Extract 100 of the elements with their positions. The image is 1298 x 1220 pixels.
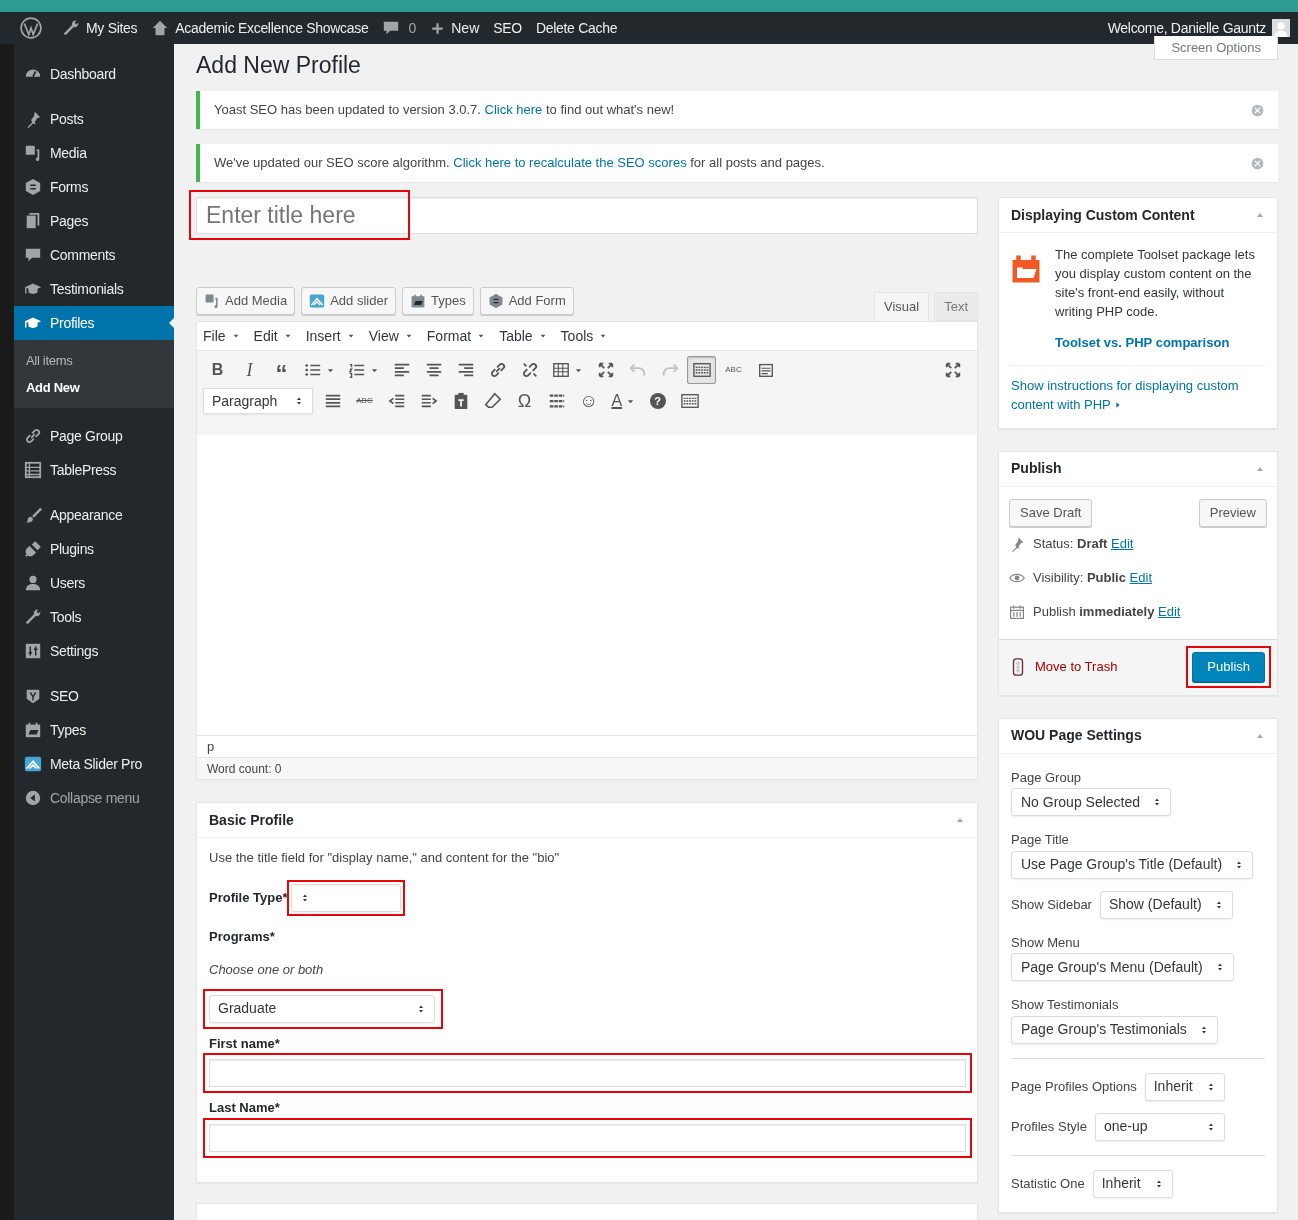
media-button[interactable]: Add Form [479,287,574,315]
calendar-icon [1009,603,1025,620]
wrench-icon [62,19,80,37]
sliders-icon [24,642,42,660]
publish-status-text: Status: Draft Edit [1033,534,1134,553]
menu-item[interactable]: Format [426,325,486,347]
quote-tool-button[interactable]: “ [267,356,296,384]
justify-icon [323,392,342,410]
select-field[interactable]: Inherit [1144,1072,1225,1101]
sidebar-item[interactable]: SEO [14,679,174,713]
smile-tool-button[interactable]: ☺ [574,387,604,415]
save-draft-button[interactable]: Save Draft [1009,498,1093,527]
sidebar-item[interactable]: Posts [14,102,174,136]
element-path-label: p [207,737,215,756]
sidebar-item[interactable]: Plugins [14,532,174,566]
sidebar-item[interactable]: Page Group [14,419,174,453]
title-field[interactable]: Enter title here [196,197,978,234]
sidebar-item[interactable]: Appearance [14,498,174,532]
menu-item[interactable]: View [368,325,413,347]
align-left-icon [392,361,411,379]
omega-tool-button[interactable]: Ω [510,387,539,415]
caret-icon [283,332,292,340]
sidebar-item[interactable]: Comments [14,238,174,272]
move-to-trash-link[interactable]: Move to Trash [1009,652,1118,682]
my-sites-link[interactable]: My Sites [62,17,138,39]
sidebar-item[interactable]: Testimonials [14,272,174,306]
media-button[interactable]: Add Media [196,287,296,315]
instructions-link[interactable]: Show instructions for displaying custom content with PHP [1011,375,1265,414]
admin-bar-link[interactable]: SEO [493,17,522,39]
link-icon [488,361,507,379]
indent-icon [419,392,438,410]
edit-link[interactable]: Edit [1111,535,1134,551]
caret-icon [599,332,608,340]
account-menu[interactable]: Welcome, Danielle Gauntz [1107,17,1290,39]
select-field[interactable]: Inherit [1092,1169,1173,1198]
editor-tab[interactable]: Visual [873,292,930,321]
comments-link[interactable]: 0 [382,17,417,39]
mountain-icon [309,293,326,309]
sidebar-item[interactable]: Profiles [14,306,174,340]
field-label: Statistic One [1011,1174,1085,1193]
menu-item[interactable]: Insert [305,325,355,347]
notice-link[interactable]: Click here to recalculate the SEO scores [453,155,687,171]
chain-link-icon [24,427,42,445]
sidebar-item[interactable]: Tools [14,600,174,634]
comparison-link[interactable]: Toolset vs. PHP comparison [1055,333,1265,353]
field-label: Profiles Style [1011,1117,1087,1136]
select-field[interactable]: No Group Selected [1011,788,1172,816]
table-icon [552,361,570,379]
menu-item[interactable]: Edit [253,325,292,347]
strike-tool-button[interactable]: ABC [350,387,379,415]
edit-link[interactable]: Edit [1158,603,1181,619]
color-tool-button[interactable]: A [606,387,641,415]
new-link[interactable]: New [430,17,480,39]
panel-title: WOU Page Settings [1011,726,1142,745]
publish-button[interactable]: Publish [1192,652,1265,682]
select-field[interactable]: Paragraph [203,388,313,414]
media-button[interactable]: Types [401,287,474,315]
spellcheck-tool-button[interactable]: ABC [719,356,748,384]
align-right-icon [456,361,475,379]
sidebar-item[interactable]: TablePress [14,453,174,487]
select-field[interactable]: Page Group's Menu (Default) [1011,953,1234,981]
edit-link[interactable]: Edit [1129,569,1152,585]
publish-status-text: Publish immediately Edit [1033,602,1181,621]
select-field[interactable]: Show (Default) [1099,890,1233,919]
italic-tool-button[interactable]: I [235,356,264,384]
sidebar-item[interactable]: Types [14,713,174,747]
sidebar-item[interactable]: Settings [14,634,174,668]
wrench-icon [24,608,42,626]
sidebar-item[interactable]: Forms [14,170,174,204]
sidebar-item[interactable]: Media [14,136,174,170]
select-field[interactable]: one-up [1094,1112,1225,1141]
sidebar-item[interactable]: Pages [14,204,174,238]
sidebar-item[interactable]: Meta Slider Pro [14,747,174,781]
sidebar-item[interactable]: Users [14,566,174,600]
panel-description: The complete Toolset package lets you display custom content on the site's front-end easily, without writing PHP code. [1055,246,1256,321]
preview-button[interactable]: Preview [1198,498,1267,527]
select-field[interactable]: Graduate [209,994,435,1023]
screen-options-tab[interactable]: Screen Options [1154,36,1278,60]
keyboard-tool-button[interactable] [687,356,716,384]
collapse-menu-button[interactable]: Collapse menu [14,781,174,815]
site-name-link[interactable]: Academic Excellence Showcase [151,17,369,39]
menu-item[interactable]: Table [499,325,547,347]
submenu-item[interactable]: All items [14,347,174,374]
text-input-field[interactable] [209,1123,966,1152]
submenu-item[interactable]: Add New [14,374,174,401]
select-field[interactable]: Page Group's Testimonials [1011,1015,1218,1044]
plug-icon [24,540,42,558]
sidebar-item[interactable]: Dashboard [14,57,174,91]
media-button[interactable]: Add slider [301,287,396,315]
admin-bar-link[interactable]: Delete Cache [535,17,618,39]
notice-link[interactable]: Click here [484,102,543,118]
help-tool-button[interactable]: ? [643,387,673,415]
select-field[interactable]: Use Page Group's Title (Default) [1011,850,1254,879]
caret-icon [404,332,413,340]
text-input-field[interactable] [209,1059,966,1087]
editor-tab[interactable]: Text [934,292,978,321]
word-count-label: Word count: 0 [207,760,282,778]
bold-tool-button[interactable]: B [203,356,232,384]
menu-item[interactable]: File [203,325,240,347]
menu-item[interactable]: Tools [560,325,608,347]
